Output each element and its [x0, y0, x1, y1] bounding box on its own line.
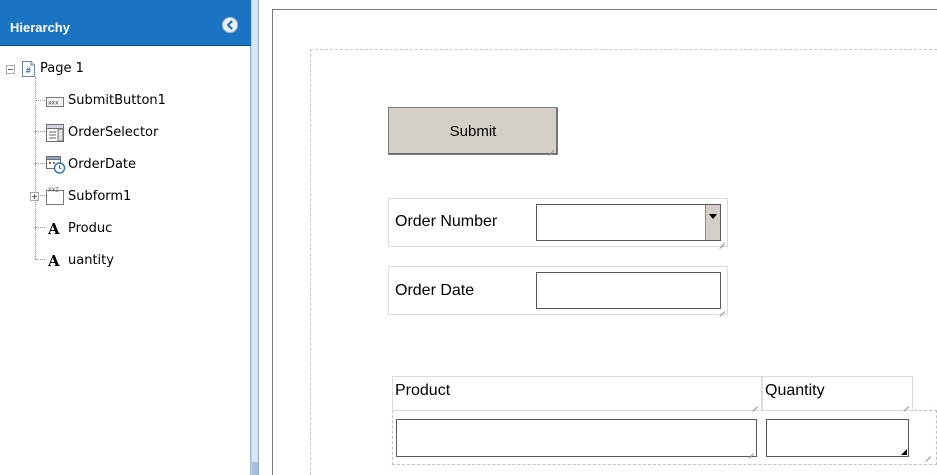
hierarchy-panel: Hierarchy # Page 1 xxx SubmitButton1 Ord… — [0, 0, 251, 475]
date-time-field-icon — [46, 156, 66, 178]
collapse-node-toggle[interactable] — [6, 65, 15, 74]
resize-grip-icon[interactable] — [747, 447, 754, 454]
tree-connector — [35, 77, 36, 259]
tree-item-orderselector[interactable]: OrderSelector — [46, 122, 246, 144]
order-date-label: Order Date — [395, 282, 475, 299]
table-header-label: Quantity — [765, 382, 825, 399]
resize-grip-icon[interactable] — [718, 305, 725, 312]
tree-item-orderdate[interactable]: OrderDate — [46, 154, 246, 176]
resize-grip-icon[interactable] — [924, 450, 931, 457]
submit-button-label: Submit — [449, 122, 497, 140]
svg-text:xxx: xxx — [48, 100, 59, 107]
tree-item-page-1[interactable]: # Page 1 — [6, 58, 246, 80]
tree-item-label: Produc — [68, 221, 113, 236]
tree-item-subform1[interactable]: XYZ Subform1 — [30, 186, 246, 208]
splitter-scroll-thumb[interactable] — [252, 462, 258, 475]
resize-grip-icon[interactable] — [751, 400, 758, 407]
tree-item-label: OrderDate — [68, 157, 137, 172]
page-icon: # — [22, 61, 35, 81]
tree-item-label: Page 1 — [40, 61, 84, 76]
dropdown-list-icon — [46, 124, 64, 146]
subform-icon: XYZ — [46, 187, 64, 209]
order-number-label: Order Number — [395, 213, 498, 230]
resize-grip-icon[interactable] — [901, 449, 907, 455]
chevron-down-icon[interactable] — [705, 205, 720, 240]
order-date-input[interactable] — [536, 272, 721, 309]
table-header-label: Product — [395, 382, 451, 399]
canvas-gutter — [260, 0, 272, 475]
table-header-product[interactable]: Product — [392, 376, 762, 411]
order-number-field[interactable]: Order Number — [388, 198, 728, 247]
hierarchy-header: Hierarchy — [0, 0, 251, 46]
tree-connector — [35, 131, 45, 132]
text-object-icon: A — [48, 220, 60, 238]
tree-connector — [35, 227, 45, 228]
svg-text:XYZ: XYZ — [48, 188, 59, 194]
tree-item-produc[interactable]: A Produc — [46, 218, 246, 240]
resize-grip-icon[interactable] — [718, 237, 725, 244]
resize-grip-icon[interactable] — [902, 400, 909, 407]
quantity-cell-input[interactable] — [766, 419, 909, 457]
tree-item-uantity[interactable]: A uantity — [46, 250, 246, 272]
table-header-quantity[interactable]: Quantity — [762, 376, 913, 411]
tree-connector — [35, 100, 45, 101]
tree-connector — [35, 259, 45, 260]
resize-grip-icon[interactable] — [547, 144, 554, 151]
tree-connector — [35, 163, 45, 164]
submit-button[interactable]: Submit — [388, 107, 558, 155]
expand-node-toggle[interactable] — [30, 192, 39, 201]
order-date-field[interactable]: Order Date — [388, 266, 728, 315]
order-number-dropdown[interactable] — [536, 204, 721, 241]
product-cell-input[interactable] — [396, 419, 757, 457]
svg-text:#: # — [25, 66, 32, 75]
tree-item-submitbutton1[interactable]: xxx SubmitButton1 — [46, 90, 246, 112]
chevron-left-circle-icon[interactable] — [222, 17, 238, 33]
hierarchy-title: Hierarchy — [10, 20, 70, 35]
tree-item-label: OrderSelector — [68, 125, 159, 140]
text-object-icon: A — [48, 252, 60, 270]
tree-item-label: Subform1 — [68, 189, 132, 204]
tree-item-label: uantity — [68, 253, 114, 268]
tree-item-label: SubmitButton1 — [68, 93, 166, 108]
panel-splitter[interactable] — [251, 0, 259, 475]
button-field-icon: xxx — [46, 96, 64, 111]
